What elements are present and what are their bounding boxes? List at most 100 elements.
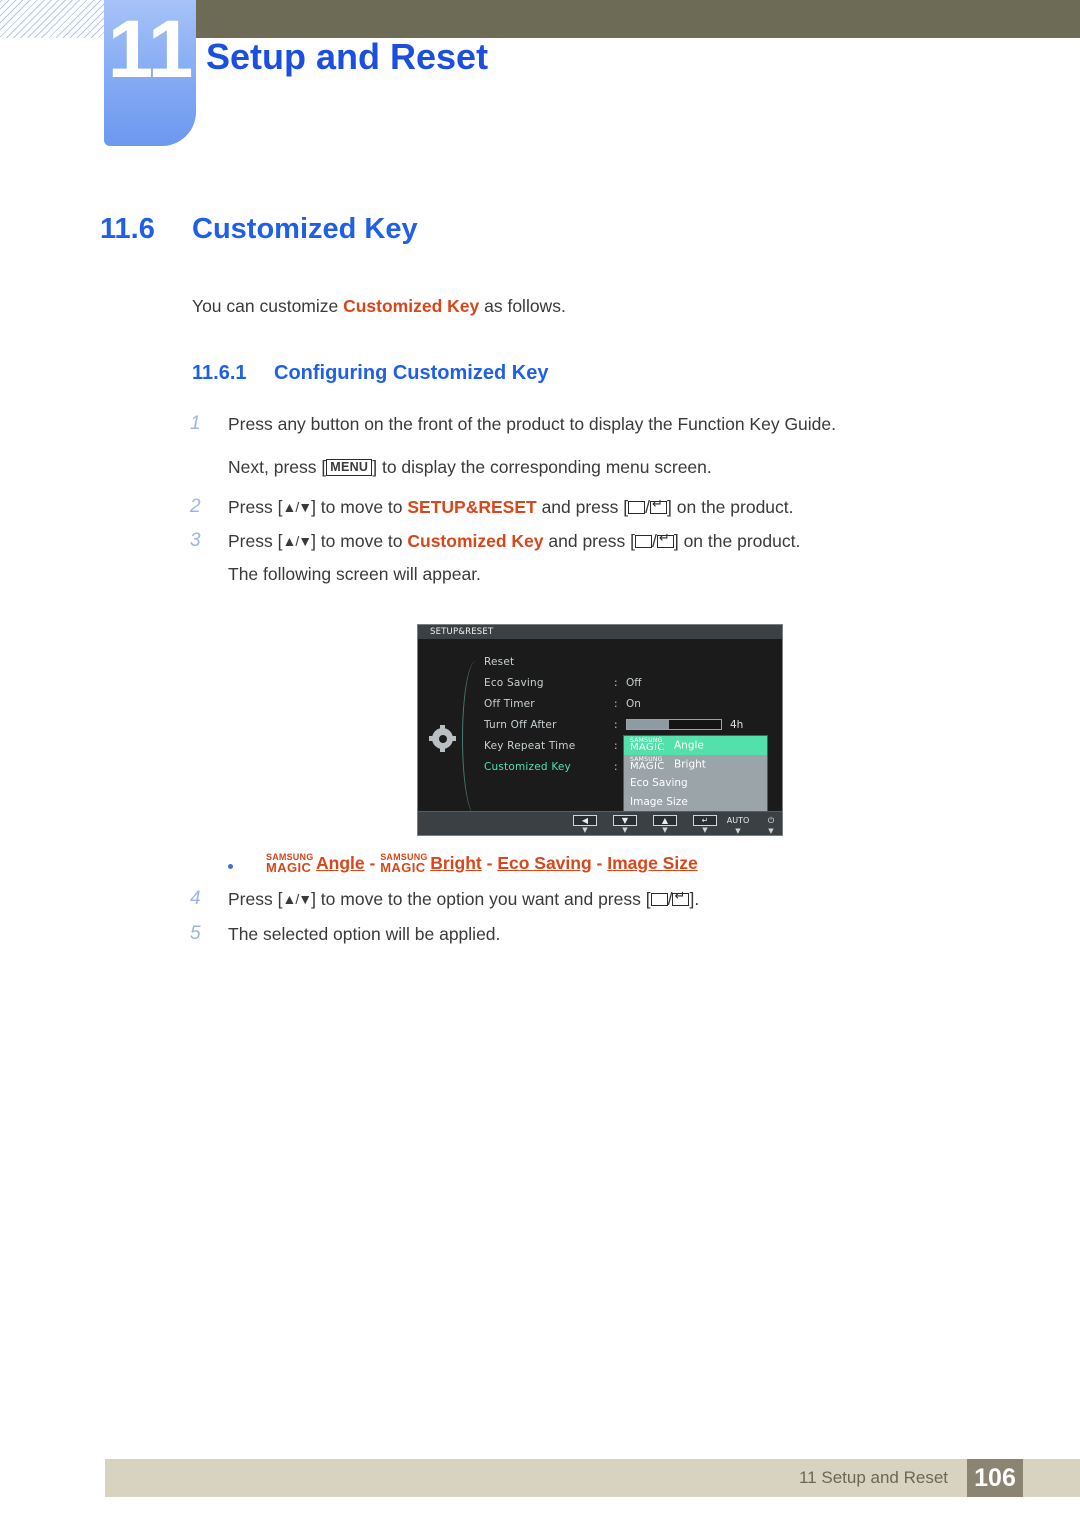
- osd-button-back[interactable]: ◀ ▼: [573, 815, 597, 834]
- osd-value-off-timer: On: [626, 698, 641, 710]
- step-1-text: Press any button on the front of the pro…: [228, 414, 837, 434]
- osd-colon-key-repeat-time: :: [614, 740, 618, 752]
- option-label-image-size: Image Size: [607, 853, 698, 873]
- option-label-bright: Bright: [430, 853, 482, 873]
- menu-bracket: [462, 661, 485, 816]
- dropdown-label-bright: Bright: [674, 758, 706, 771]
- subsection-heading: 11.6.1 Configuring Customized Key: [192, 362, 548, 385]
- step-1: 1 Press any button on the front of the p…: [190, 413, 837, 435]
- turn-off-after-value: 4h: [730, 719, 744, 731]
- updown-arrow-icon: ▲/▼: [282, 499, 312, 515]
- step-4-b: ] to move to the option you want and pre…: [311, 889, 651, 909]
- osd-button-auto[interactable]: AUTO ▼: [723, 815, 753, 835]
- samsung-magic-logo: SAMSUNG MAGIC: [630, 756, 665, 772]
- option-label-angle: Angle: [316, 853, 365, 873]
- samsung-magic-logo: SAMSUNG MAGIC: [266, 852, 314, 875]
- step-5-text: The selected option will be applied.: [228, 924, 501, 944]
- dropdown-label-angle: Angle: [674, 739, 704, 752]
- bullet-dot-icon: [228, 864, 233, 869]
- osd-function-key-guide: ◀ ▼ ▼ ▼ ▲ ▼ ↵ ▼ AUTO ▼ ⏻ ▼: [418, 811, 782, 835]
- footer-page-number: 106: [967, 1459, 1023, 1497]
- source-key-icon: [650, 890, 668, 906]
- section-intro: You can customize Customized Key as foll…: [192, 296, 566, 317]
- menu-key-glyph: MENU: [326, 459, 373, 476]
- source-key-icon: [628, 498, 646, 514]
- step-1-cont-b: ] to display the corresponding menu scre…: [372, 457, 712, 477]
- chapter-number-tab: 11: [104, 0, 196, 146]
- step-2-b: ] to move to: [311, 497, 408, 517]
- option-label-eco-saving: Eco Saving: [497, 853, 592, 873]
- intro-text-after: as follows.: [479, 296, 566, 316]
- step-1-continuation: Next, press [MENU] to display the corres…: [228, 457, 712, 478]
- samsung-magic-logo: SAMSUNG MAGIC: [380, 852, 428, 875]
- osd-row-customized-key[interactable]: Customized Key: [484, 761, 571, 773]
- step-4-number: 4: [190, 888, 201, 909]
- osd-colon-customized-key: :: [614, 761, 618, 773]
- osd-button-up[interactable]: ▲ ▼: [653, 815, 677, 834]
- dropdown-item-magic-bright[interactable]: SAMSUNG MAGIC Bright: [624, 755, 767, 774]
- intro-text-before: You can customize: [192, 296, 344, 316]
- chapter-header-bar: [192, 0, 1080, 38]
- step-3-e: ] on the product.: [673, 531, 801, 551]
- dropdown-item-image-size[interactable]: Image Size: [624, 793, 767, 812]
- osd-row-off-timer[interactable]: Off Timer: [484, 698, 535, 710]
- source-key-icon: [634, 532, 652, 548]
- dropdown-item-magic-angle[interactable]: SAMSUNG MAGIC Angle: [624, 736, 767, 755]
- samsung-magic-logo: SAMSUNG MAGIC: [630, 737, 665, 753]
- step-3: 3 Press [▲/▼] to move to Customized Key …: [190, 530, 801, 552]
- osd-row-eco-saving[interactable]: Eco Saving: [484, 677, 544, 689]
- step-2: 2 Press [▲/▼] to move to SETUP&RESET and…: [190, 496, 794, 518]
- subsection-number: 11.6.1: [192, 362, 247, 384]
- customized-key-dropdown[interactable]: SAMSUNG MAGIC Angle SAMSUNG MAGIC Bright…: [623, 735, 768, 815]
- step-3-c: and press [: [543, 531, 635, 551]
- subsection-title: Configuring Customized Key: [274, 362, 549, 384]
- section-number: 11.6: [100, 213, 155, 245]
- step-3-highlight: Customized Key: [407, 531, 544, 551]
- option-separator: -: [369, 853, 376, 873]
- step-4-a: Press [: [228, 889, 283, 909]
- turn-off-after-slider-fill: [627, 720, 670, 729]
- osd-row-turn-off-after[interactable]: Turn Off After: [484, 719, 557, 731]
- chapter-title: Setup and Reset: [206, 36, 489, 77]
- gear-icon: [429, 725, 456, 752]
- step-2-number: 2: [190, 496, 201, 517]
- osd-row-key-repeat-time[interactable]: Key Repeat Time: [484, 740, 575, 752]
- footer-chapter-label: 11 Setup and Reset: [798, 1468, 948, 1487]
- step-4-e: ].: [689, 889, 700, 909]
- step-2-a: Press [: [228, 497, 283, 517]
- enter-key-icon: [672, 889, 690, 906]
- osd-row-reset[interactable]: Reset: [484, 656, 514, 668]
- updown-arrow-icon: ▲/▼: [282, 891, 312, 907]
- updown-arrow-icon: ▲/▼: [282, 533, 312, 549]
- step-3-continuation: The following screen will appear.: [228, 564, 481, 584]
- options-items: SAMSUNG MAGIC Angle - SAMSUNG MAGIC Bright -…: [266, 853, 698, 875]
- step-3-b: ] to move to: [311, 531, 408, 551]
- osd-title-bar: SETUP&RESET: [418, 625, 782, 639]
- osd-button-enter[interactable]: ↵ ▼: [693, 815, 717, 834]
- step-5: 5 The selected option will be applied.: [190, 923, 501, 945]
- step-3-a: Press [: [228, 531, 283, 551]
- section-title: Customized Key: [192, 213, 418, 245]
- osd-button-down[interactable]: ▼ ▼: [613, 815, 637, 834]
- step-1-number: 1: [190, 413, 201, 434]
- osd-value-eco-saving: Off: [626, 677, 642, 689]
- step-3-number: 3: [190, 530, 201, 551]
- step-2-e: ] on the product.: [667, 497, 794, 517]
- osd-colon-off-timer: :: [614, 698, 618, 710]
- option-separator: -: [596, 853, 603, 873]
- section-heading: 11.6 Customized Key: [100, 213, 418, 246]
- osd-colon-turn-off-after: :: [614, 719, 618, 731]
- step-1-cont-a: Next, press [: [228, 457, 327, 477]
- intro-highlight: Customized Key: [343, 296, 480, 316]
- step-4: 4 Press [▲/▼] to move to the option you …: [190, 888, 700, 910]
- enter-key-icon: [650, 497, 668, 514]
- dropdown-item-eco-saving[interactable]: Eco Saving: [624, 774, 767, 793]
- osd-screenshot: SETUP&RESET Reset Eco Saving : Off Off T…: [417, 624, 783, 836]
- step-5-number: 5: [190, 923, 201, 944]
- osd-button-power[interactable]: ⏻ ▼: [756, 815, 786, 835]
- hatch-decoration: [0, 0, 106, 38]
- turn-off-after-slider[interactable]: [626, 719, 722, 730]
- option-separator: -: [486, 853, 493, 873]
- enter-key-icon: [656, 531, 674, 548]
- step-2-highlight: SETUP&RESET: [407, 497, 537, 517]
